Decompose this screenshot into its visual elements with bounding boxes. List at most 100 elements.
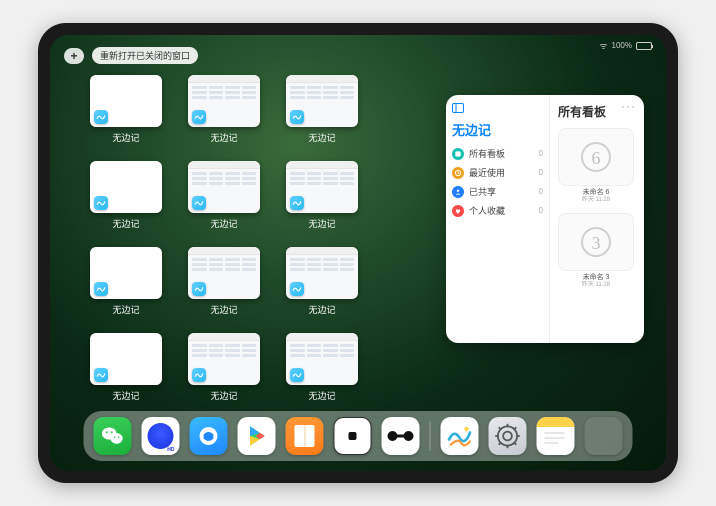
- app-window-thumbnail: [90, 75, 162, 127]
- battery-percent: 100%: [612, 41, 632, 50]
- freeform-icon: [290, 196, 304, 210]
- dock-app-settings[interactable]: [489, 417, 527, 455]
- dock-app-freeform[interactable]: [441, 417, 479, 455]
- dock-divider: [430, 421, 431, 451]
- board-title: 未命名 3: [558, 274, 634, 282]
- freeform-icon: [94, 196, 108, 210]
- status-bar: ᯤ 100%: [599, 39, 652, 52]
- app-window-card[interactable]: 无边记: [282, 333, 362, 411]
- ipad-screen: ᯤ 100% + 重新打开已关闭的窗口 无边记无边记无边记无边记无边记无边记无边…: [50, 35, 666, 471]
- app-window-card[interactable]: 无边记: [86, 333, 166, 411]
- top-bar: + 重新打开已关闭的窗口: [64, 47, 198, 64]
- dock: HD: [84, 411, 633, 461]
- panel-content: ··· 所有看板 6未命名 6昨天 11:283未命名 3昨天 11:28: [550, 95, 644, 343]
- board-subtitle: 昨天 11:28: [558, 282, 634, 289]
- svg-text:6: 6: [592, 148, 601, 168]
- reopen-closed-window-button[interactable]: 重新打开已关闭的窗口: [92, 47, 198, 64]
- freeform-icon: [290, 110, 304, 124]
- add-button[interactable]: +: [64, 48, 84, 64]
- app-window-label: 无边记: [112, 303, 139, 316]
- sidebar-item-shared[interactable]: 已共享 0: [452, 185, 543, 198]
- wifi-icon: ᯤ: [599, 39, 607, 52]
- panel-menu-list: 所有看板 0 最近使用 0 已共享 0 个人收藏 0: [452, 147, 543, 217]
- app-window-thumbnail: [188, 247, 260, 299]
- app-window-card[interactable]: 无边记: [184, 161, 264, 239]
- sidebar-item-label: 最近使用: [469, 166, 505, 179]
- sidebar-item-boards[interactable]: 所有看板 0: [452, 147, 543, 160]
- app-window-label: 无边记: [210, 389, 237, 402]
- sidebar-item-recent[interactable]: 最近使用 0: [452, 166, 543, 179]
- app-window-card[interactable]: 无边记: [86, 161, 166, 239]
- dock-app-notes[interactable]: [537, 417, 575, 455]
- panel-left-title: 无边记: [452, 120, 543, 139]
- app-window-card[interactable]: 无边记: [184, 333, 264, 411]
- svg-text:3: 3: [592, 233, 601, 253]
- dock-app-dumbbell[interactable]: [382, 417, 420, 455]
- dock-app-books[interactable]: [286, 417, 324, 455]
- board-subtitle: 昨天 11:28: [558, 197, 634, 204]
- sidebar-item-label: 个人收藏: [469, 204, 505, 217]
- sidebar-item-count: 0: [539, 206, 543, 215]
- app-window-thumbnail: [188, 333, 260, 385]
- panel-sidebar: 无边记 所有看板 0 最近使用 0 已共享 0 个人收藏 0: [446, 95, 550, 343]
- battery-icon: [636, 42, 652, 50]
- freeform-icon: [192, 368, 206, 382]
- dock-app-wechat[interactable]: [94, 417, 132, 455]
- sidebar-item-label: 已共享: [469, 185, 496, 198]
- app-window-card[interactable]: 无边记: [282, 161, 362, 239]
- sidebar-item-favorite[interactable]: 个人收藏 0: [452, 204, 543, 217]
- app-window-card[interactable]: 无边记: [86, 75, 166, 153]
- app-window-card[interactable]: 无边记: [282, 75, 362, 153]
- freeform-side-panel: 无边记 所有看板 0 最近使用 0 已共享 0 个人收藏 0 ··· 所有看板 6 未命名 6昨…: [446, 95, 644, 343]
- freeform-icon: [290, 282, 304, 296]
- board-caption: 未命名 6昨天 11:28: [558, 189, 634, 205]
- app-window-label: 无边记: [308, 131, 335, 144]
- app-window-thumbnail: [90, 161, 162, 213]
- recent-icon: [452, 167, 464, 179]
- dock-app-quark[interactable]: HD: [142, 417, 180, 455]
- freeform-icon: [192, 282, 206, 296]
- sidebar-item-label: 所有看板: [469, 147, 505, 160]
- app-window-label: 无边记: [112, 389, 139, 402]
- board-caption: 未命名 3昨天 11:28: [558, 274, 634, 290]
- dock-app-play[interactable]: [238, 417, 276, 455]
- app-window-label: 无边记: [308, 389, 335, 402]
- board-thumbnail: 6: [558, 128, 634, 186]
- sidebar-toggle-icon[interactable]: [452, 103, 543, 116]
- sidebar-item-count: 0: [539, 149, 543, 158]
- board-thumbnail: 3: [558, 213, 634, 271]
- app-window-card[interactable]: 无边记: [184, 75, 264, 153]
- app-window-thumbnail: [188, 75, 260, 127]
- freeform-icon: [290, 368, 304, 382]
- app-window-label: 无边记: [210, 303, 237, 316]
- freeform-icon: [192, 110, 206, 124]
- board-card[interactable]: 6 未命名 6昨天 11:28: [558, 128, 634, 205]
- app-window-card[interactable]: 无边记: [184, 247, 264, 325]
- app-window-label: 无边记: [210, 131, 237, 144]
- ipad-device-frame: ᯤ 100% + 重新打开已关闭的窗口 无边记无边记无边记无边记无边记无边记无边…: [38, 23, 678, 483]
- dock-app-dice[interactable]: [334, 417, 372, 455]
- sidebar-item-count: 0: [539, 187, 543, 196]
- app-window-label: 无边记: [308, 303, 335, 316]
- freeform-icon: [192, 196, 206, 210]
- board-card[interactable]: 3 未命名 3昨天 11:28: [558, 213, 634, 290]
- sidebar-item-count: 0: [539, 168, 543, 177]
- app-window-thumbnail: [188, 161, 260, 213]
- app-window-thumbnail: [90, 333, 162, 385]
- app-window-thumbnail: [286, 161, 358, 213]
- app-window-label: 无边记: [112, 217, 139, 230]
- more-icon[interactable]: ···: [621, 99, 636, 113]
- dock-app-library[interactable]: [585, 417, 623, 455]
- freeform-icon: [94, 368, 108, 382]
- boards-icon: [452, 148, 464, 160]
- favorite-icon: [452, 205, 464, 217]
- freeform-icon: [94, 110, 108, 124]
- app-window-card[interactable]: 无边记: [86, 247, 166, 325]
- app-switcher-grid: 无边记无边记无边记无边记无边记无边记无边记无边记无边记无边记无边记无边记: [86, 75, 460, 411]
- dock-app-browser[interactable]: [190, 417, 228, 455]
- app-window-card[interactable]: 无边记: [282, 247, 362, 325]
- app-window-thumbnail: [90, 247, 162, 299]
- app-window-label: 无边记: [308, 217, 335, 230]
- boards-list: 6未命名 6昨天 11:283未命名 3昨天 11:28: [558, 128, 636, 289]
- freeform-icon: [94, 282, 108, 296]
